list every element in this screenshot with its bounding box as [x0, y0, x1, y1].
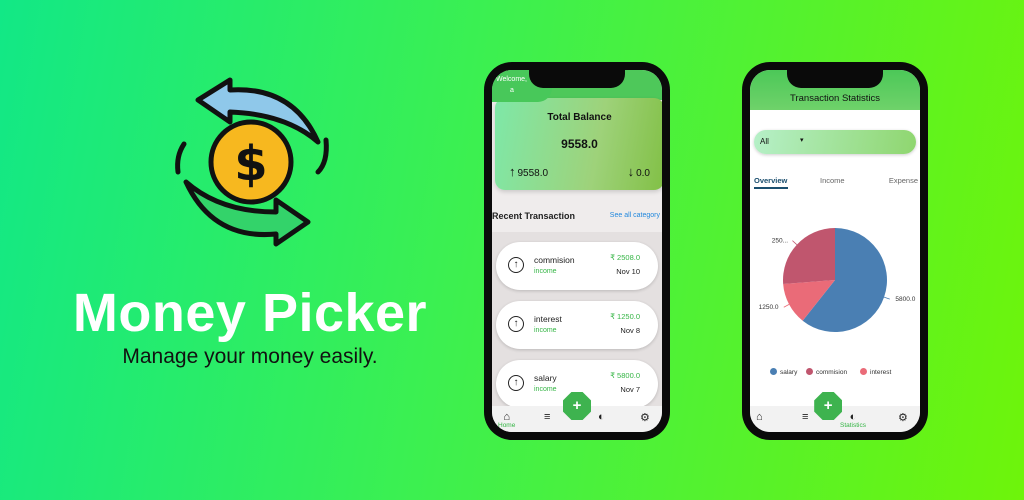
welcome-text: Welcome,	[496, 76, 527, 83]
dropdown-caret-icon: ▾	[800, 137, 804, 144]
brand-tagline: Manage your money easily.	[122, 345, 378, 368]
nav-settings[interactable]: ⚙	[898, 411, 908, 424]
arrow-down-icon: ↓	[627, 164, 635, 179]
welcome-username: a	[510, 87, 514, 94]
legend-salary: salary	[770, 368, 797, 376]
transaction-category: income	[534, 386, 557, 393]
brand-title: Money Picker	[72, 283, 428, 343]
phone-notch	[529, 70, 625, 88]
transaction-category: income	[534, 268, 557, 275]
nav-list[interactable]: ≡	[802, 411, 808, 423]
pie-label-leader	[883, 296, 890, 300]
transaction-amount: ₹ 5800.0	[610, 371, 640, 380]
home-icon: ⌂	[756, 411, 763, 423]
legend-pie-icon	[770, 368, 777, 375]
see-all-category-link[interactable]: See all category	[610, 212, 660, 219]
money-exchange-logo-icon: $	[175, 77, 329, 247]
nav-statistics[interactable]: ◐	[598, 411, 605, 423]
legend-label: interest	[870, 369, 892, 376]
filter-selected-value: All	[760, 137, 769, 146]
income-total: ↑ 9558.0	[509, 164, 548, 179]
expense-total: ↓ 0.0	[628, 164, 650, 179]
transaction-category: income	[534, 327, 557, 334]
legend-interest: interest	[860, 368, 891, 376]
nav-home[interactable]: ⌂	[756, 411, 763, 423]
legend-pie-icon	[860, 368, 867, 375]
nav-list[interactable]: ≡	[544, 411, 550, 423]
transaction-date: Nov 8	[620, 326, 640, 335]
transaction-name: interest	[534, 314, 562, 324]
settings-icon: ⚙	[640, 412, 650, 424]
arrow-up-circle-icon: ↑	[508, 257, 524, 273]
expense-value: 0.0	[636, 168, 650, 179]
transaction-date: Nov 10	[616, 267, 640, 276]
active-tab-indicator	[754, 187, 788, 189]
nav-home-label: Home	[498, 422, 516, 429]
add-transaction-button[interactable]: +	[814, 392, 843, 420]
transaction-list[interactable]: ↑ commision income ₹ 2508.0 Nov 10 ↑ int…	[492, 232, 662, 406]
transaction-name: commision	[534, 255, 575, 265]
transaction-name: salary	[534, 373, 557, 383]
tab-expense[interactable]: Expense	[889, 176, 918, 185]
transaction-date: Nov 7	[620, 385, 640, 394]
pie-slice-commision[interactable]	[783, 228, 835, 285]
pie-label-leader	[792, 240, 798, 245]
pie-value-label: 1250.0	[759, 304, 779, 311]
balance-title: Total Balance	[547, 112, 612, 123]
transaction-item[interactable]: ↑ interest income ₹ 1250.0 Nov 8	[496, 301, 658, 349]
pie-value-label: 5800.0	[895, 296, 915, 303]
phone-statistics-screen: Transaction Statistics All ▾ Overview In…	[742, 62, 928, 440]
phone-home-screen: Welcome, a Total Balance 9558.0 ↑ 9558.0 …	[484, 62, 670, 440]
page-title: Transaction Statistics	[790, 93, 880, 104]
statistics-pie-chart: 5800.0 1250.0 250...	[750, 200, 920, 360]
legend-label: salary	[780, 369, 798, 376]
total-balance-card[interactable]: Total Balance 9558.0 ↑ 9558.0 ↓ 0.0	[495, 98, 662, 190]
pie-value-label: 250...	[772, 238, 788, 245]
balance-amount: 9558.0	[561, 137, 598, 151]
pie-chart-icon: ◐	[598, 411, 605, 423]
list-icon: ≡	[802, 411, 809, 423]
nav-statistics-label: Statistics	[840, 422, 867, 429]
tab-income[interactable]: Income	[820, 176, 845, 185]
filter-dropdown[interactable]: All ▾	[754, 130, 916, 154]
settings-icon: ⚙	[898, 412, 908, 424]
nav-home[interactable]: ⌂ Home	[498, 411, 515, 429]
recent-transaction-header: Recent Transaction See all category	[492, 211, 662, 225]
pie-label-leader	[783, 304, 790, 308]
list-icon: ≡	[544, 411, 551, 423]
svg-text:$: $	[234, 136, 267, 192]
home-screen: Welcome, a Total Balance 9558.0 ↑ 9558.0 …	[492, 70, 662, 432]
legend-commision: commision	[806, 368, 847, 376]
phone-notch	[787, 70, 883, 88]
chart-legend: salary commision interest	[750, 368, 920, 380]
statistics-tabs: Overview Income Expense	[754, 176, 918, 190]
arrow-up-icon: ↑	[509, 164, 516, 179]
pie-chart-svg: 5800.0 1250.0 250...	[759, 228, 916, 332]
arrow-up-circle-icon: ↑	[508, 375, 524, 391]
add-transaction-button[interactable]: +	[563, 392, 591, 420]
legend-label: commision	[816, 369, 848, 376]
legend-pie-icon	[806, 368, 813, 375]
nav-statistics[interactable]: ◐ Statistics	[840, 411, 866, 429]
transaction-amount: ₹ 1250.0	[610, 312, 640, 321]
transaction-item[interactable]: ↑ commision income ₹ 2508.0 Nov 10	[496, 242, 658, 290]
tab-overview[interactable]: Overview	[754, 176, 787, 185]
recent-transaction-title: Recent Transaction	[492, 211, 576, 221]
income-value: 9558.0	[517, 168, 549, 179]
nav-settings[interactable]: ⚙	[640, 411, 650, 424]
transaction-amount: ₹ 2508.0	[610, 253, 640, 262]
statistics-screen: Transaction Statistics All ▾ Overview In…	[750, 70, 920, 432]
arrow-up-circle-icon: ↑	[508, 316, 524, 332]
